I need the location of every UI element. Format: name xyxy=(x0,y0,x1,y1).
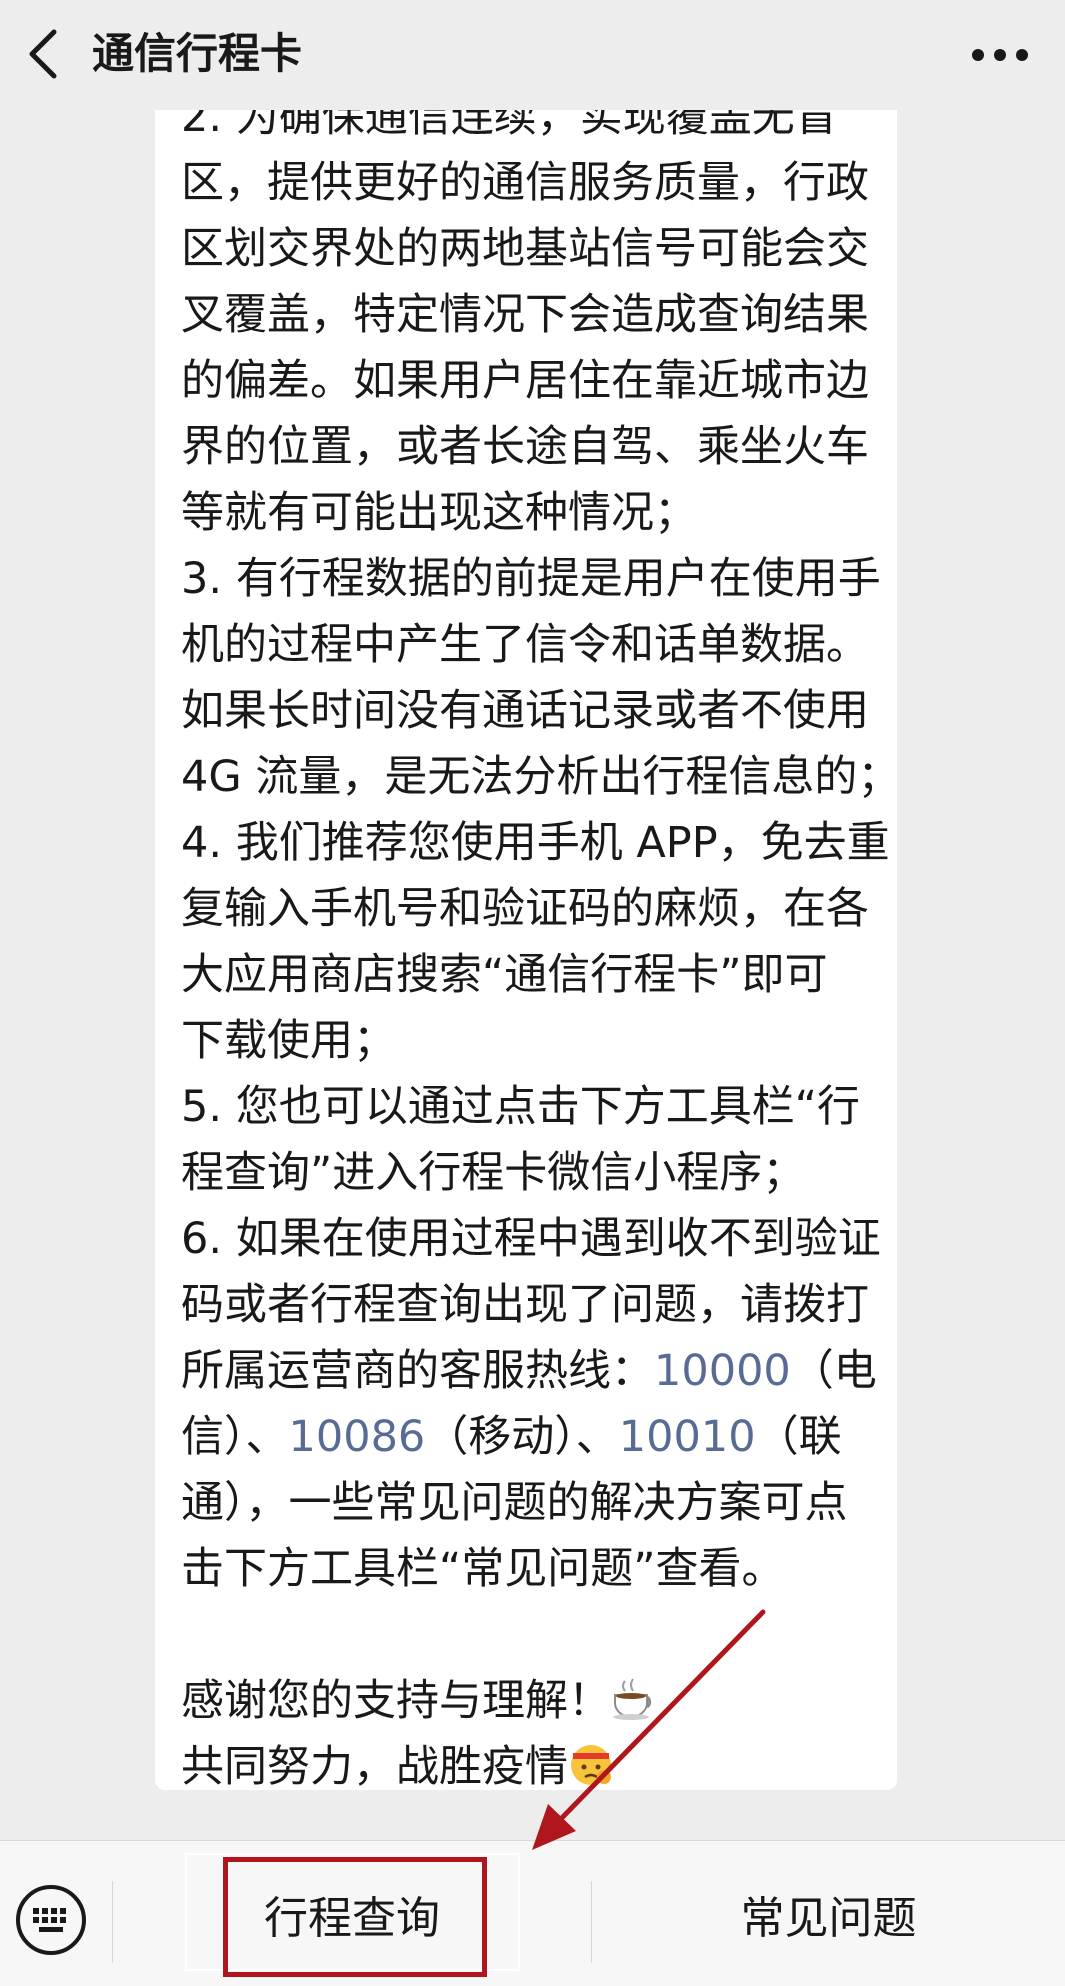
faq-menu-button[interactable]: 常见问题 xyxy=(592,1841,1065,1986)
back-button[interactable] xyxy=(18,26,68,82)
message-line: 信）、 xyxy=(181,1412,289,1462)
keyboard-toggle-button[interactable] xyxy=(12,1881,90,1959)
hot-beverage-icon xyxy=(613,1678,652,1720)
phone-link-mobile[interactable]: 10086 xyxy=(289,1412,426,1462)
message-line: 如果长时间没有通话记录或者不使用 xyxy=(181,686,869,736)
message-line: （联 xyxy=(755,1412,842,1462)
more-dots-icon xyxy=(972,49,1028,61)
message-line: 复输入手机号和验证码的麻烦，在各 xyxy=(181,884,869,934)
message-line: 4. 我们推荐您使用手机 APP，免去重 xyxy=(181,818,890,868)
message-bubble: 2. 为确保通信连续，实现覆盖无盲 区，提供更好的通信服务质量，行政 区划交界处… xyxy=(155,110,900,1792)
message-line: 通），一些常见问题的解决方案可点 xyxy=(181,1478,848,1528)
message-line: 机的过程中产生了信令和话单数据。 xyxy=(181,620,869,670)
page-title: 通信行程卡 xyxy=(92,29,303,78)
message-line: 码或者行程查询出现了问题，请拨打 xyxy=(181,1280,869,1330)
keyboard-icon xyxy=(16,1885,86,1955)
top-nav-bar: 通信行程卡 xyxy=(0,0,1065,110)
message-line: 界的位置，或者长途自驾、乘坐火车 xyxy=(181,422,869,472)
phone-link-unicom[interactable]: 10010 xyxy=(619,1412,756,1462)
message-line: 的偏差。如果用户居住在靠近城市边 xyxy=(181,356,869,406)
message-line: 叉覆盖，特定情况下会造成查询结果 xyxy=(181,290,869,340)
message-line: 程查询”进入行程卡微信小程序； xyxy=(181,1148,806,1198)
bottom-menu-bar: 行程查询 常见问题 xyxy=(0,1840,1065,1986)
message-line: 大应用商店搜索“通信行程卡”即可 xyxy=(181,950,828,1000)
message-line: 2. 为确保通信连续，实现覆盖无盲 xyxy=(181,110,838,142)
message-line: 下载使用； xyxy=(181,1016,396,1066)
determined-face-icon xyxy=(571,1745,611,1785)
chevron-left-icon xyxy=(29,29,57,79)
message-line: （移动）、 xyxy=(425,1412,619,1462)
message-line: 4G 流量，是无法分析出行程信息的； xyxy=(181,752,901,802)
message-text: 2. 为确保通信连续，实现覆盖无盲 区，提供更好的通信服务质量，行政 区划交界处… xyxy=(181,110,900,1800)
message-line: 区，提供更好的通信服务质量，行政 xyxy=(181,158,869,208)
chat-area: 2. 为确保通信连续，实现覆盖无盲 区，提供更好的通信服务质量，行政 区划交界处… xyxy=(0,110,1065,1840)
message-line: 区划交界处的两地基站信号可能会交 xyxy=(181,224,869,274)
message-line: 等就有可能出现这种情况； xyxy=(181,488,697,538)
message-line: （电 xyxy=(790,1346,877,1396)
phone-link-telecom[interactable]: 10000 xyxy=(654,1346,791,1396)
message-line: 3. 有行程数据的前提是用户在使用手 xyxy=(181,554,881,604)
message-line: 6. 如果在使用过程中遇到收不到验证 xyxy=(181,1214,881,1264)
more-button[interactable] xyxy=(965,30,1035,80)
closing-line: 共同努力，战胜疫情 xyxy=(181,1742,568,1792)
message-line: 5. 您也可以通过点击下方工具栏“行 xyxy=(181,1082,860,1132)
thanks-line: 感谢您的支持与理解！ xyxy=(181,1676,611,1726)
annotation-highlight-box xyxy=(223,1857,487,1977)
message-line: 击下方工具栏“常见问题”查看。 xyxy=(181,1544,785,1594)
message-line: 所属运营商的客服热线： xyxy=(181,1346,654,1396)
